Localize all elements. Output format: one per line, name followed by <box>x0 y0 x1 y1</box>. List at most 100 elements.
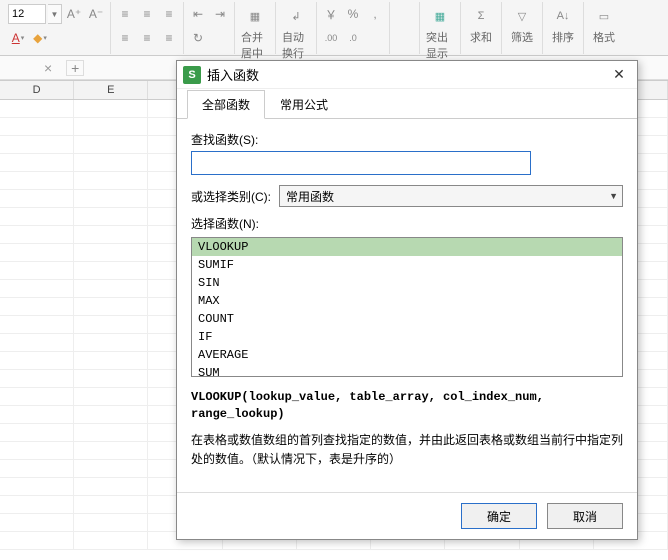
cell[interactable] <box>74 496 148 513</box>
add-sheet-icon[interactable]: + <box>66 60 84 76</box>
indent-increase-icon[interactable]: ⇥ <box>210 4 230 24</box>
cell[interactable] <box>74 100 148 117</box>
tab-all-functions[interactable]: 全部函数 <box>187 90 265 119</box>
align-right-icon[interactable]: ≡ <box>159 28 179 48</box>
cell[interactable] <box>0 136 74 153</box>
close-icon[interactable]: ✕ <box>607 64 631 86</box>
list-item[interactable]: SUM <box>192 364 622 377</box>
align-bottom-icon[interactable]: ≡ <box>159 4 179 24</box>
cell[interactable] <box>74 370 148 387</box>
orientation-icon[interactable]: ↻ <box>188 28 208 48</box>
list-item[interactable]: VLOOKUP <box>192 238 622 256</box>
cell[interactable] <box>74 136 148 153</box>
align-top-icon[interactable]: ≡ <box>115 4 135 24</box>
indent-decrease-icon[interactable]: ⇤ <box>188 4 208 24</box>
align-middle-icon[interactable]: ≡ <box>137 4 157 24</box>
format-button[interactable]: ▭ 格式 <box>588 2 620 47</box>
cell[interactable] <box>0 298 74 315</box>
increase-font-icon[interactable]: A⁺ <box>64 4 84 24</box>
cell[interactable] <box>74 424 148 441</box>
align-center-icon[interactable]: ≡ <box>137 28 157 48</box>
fill-color-icon[interactable]: ◆▾ <box>30 28 50 48</box>
cell[interactable] <box>74 208 148 225</box>
cell[interactable] <box>0 262 74 279</box>
currency-icon[interactable]: ￥ <box>321 4 341 24</box>
cancel-button[interactable]: 取消 <box>547 503 623 529</box>
list-item[interactable]: IF <box>192 328 622 346</box>
cell[interactable] <box>74 298 148 315</box>
cell[interactable] <box>74 154 148 171</box>
list-item[interactable]: MAX <box>192 292 622 310</box>
cell[interactable] <box>0 316 74 333</box>
cell[interactable] <box>74 406 148 423</box>
cell[interactable] <box>74 514 148 531</box>
cell[interactable] <box>74 172 148 189</box>
cell[interactable] <box>0 100 74 117</box>
cell[interactable] <box>74 478 148 495</box>
cell[interactable] <box>0 172 74 189</box>
cell[interactable] <box>0 226 74 243</box>
cell[interactable] <box>0 388 74 405</box>
decrease-font-icon[interactable]: A⁻ <box>86 4 106 24</box>
wrap-icon: ↲ <box>284 4 308 28</box>
cell[interactable] <box>0 334 74 351</box>
cell[interactable] <box>0 514 74 531</box>
wrap-text-button[interactable]: ↲ 自动换行 <box>280 2 312 63</box>
merge-icon: ▦ <box>243 4 267 28</box>
cell[interactable] <box>74 442 148 459</box>
list-item[interactable]: AVERAGE <box>192 346 622 364</box>
list-item[interactable]: SUMIF <box>192 256 622 274</box>
cell[interactable] <box>0 370 74 387</box>
cell[interactable] <box>0 280 74 297</box>
sort-button[interactable]: A↓ 排序 <box>547 2 579 47</box>
merge-cells-button[interactable]: ▦ 合并居中 <box>239 2 271 63</box>
cell[interactable] <box>74 226 148 243</box>
decrease-decimal-icon[interactable]: .0 <box>343 28 363 48</box>
close-tab-icon[interactable]: × <box>40 60 56 76</box>
cell[interactable] <box>0 424 74 441</box>
cell[interactable] <box>74 280 148 297</box>
ribbon-toolbar: 12 ▼ A⁺ A⁻ A▾ ◆▾ ≡ ≡ ≡ ≡ ≡ ≡ ⇤ ⇥ ↻ <box>0 0 668 56</box>
cell[interactable] <box>74 118 148 135</box>
function-list[interactable]: VLOOKUP SUMIF SIN MAX COUNT IF AVERAGE S… <box>191 237 623 377</box>
font-color-icon[interactable]: A▾ <box>8 28 28 48</box>
sum-button[interactable]: Σ 求和 <box>465 2 497 47</box>
font-size-dropdown[interactable]: ▼ <box>48 4 62 24</box>
align-left-icon[interactable]: ≡ <box>115 28 135 48</box>
cell[interactable] <box>0 352 74 369</box>
cell[interactable] <box>0 208 74 225</box>
cell[interactable] <box>0 478 74 495</box>
cell[interactable] <box>74 262 148 279</box>
filter-button[interactable]: ▽ 筛选 <box>506 2 538 47</box>
col-header[interactable]: E <box>74 81 148 99</box>
cell[interactable] <box>74 352 148 369</box>
ok-button[interactable]: 确定 <box>461 503 537 529</box>
font-size-input[interactable]: 12 <box>8 4 46 24</box>
cell[interactable] <box>74 532 148 549</box>
highlight-button[interactable]: ▦ 突出显示 <box>424 2 456 63</box>
list-item[interactable]: SIN <box>192 274 622 292</box>
comma-icon[interactable]: , <box>365 4 385 24</box>
cell[interactable] <box>0 190 74 207</box>
cell[interactable] <box>0 406 74 423</box>
cell[interactable] <box>0 244 74 261</box>
cell[interactable] <box>0 154 74 171</box>
cell[interactable] <box>74 334 148 351</box>
cell[interactable] <box>74 190 148 207</box>
percent-icon[interactable]: % <box>343 4 363 24</box>
cell[interactable] <box>74 316 148 333</box>
increase-decimal-icon[interactable]: .00 <box>321 28 341 48</box>
list-item[interactable]: COUNT <box>192 310 622 328</box>
col-header[interactable]: D <box>0 81 74 99</box>
category-select[interactable]: 常用函数 ▼ <box>279 185 623 207</box>
tab-common-formulas[interactable]: 常用公式 <box>265 90 343 119</box>
search-function-input[interactable] <box>191 151 531 175</box>
cell[interactable] <box>74 388 148 405</box>
cell[interactable] <box>74 460 148 477</box>
cell[interactable] <box>0 118 74 135</box>
cell[interactable] <box>0 532 74 549</box>
cell[interactable] <box>74 244 148 261</box>
cell[interactable] <box>0 496 74 513</box>
cell[interactable] <box>0 460 74 477</box>
cell[interactable] <box>0 442 74 459</box>
